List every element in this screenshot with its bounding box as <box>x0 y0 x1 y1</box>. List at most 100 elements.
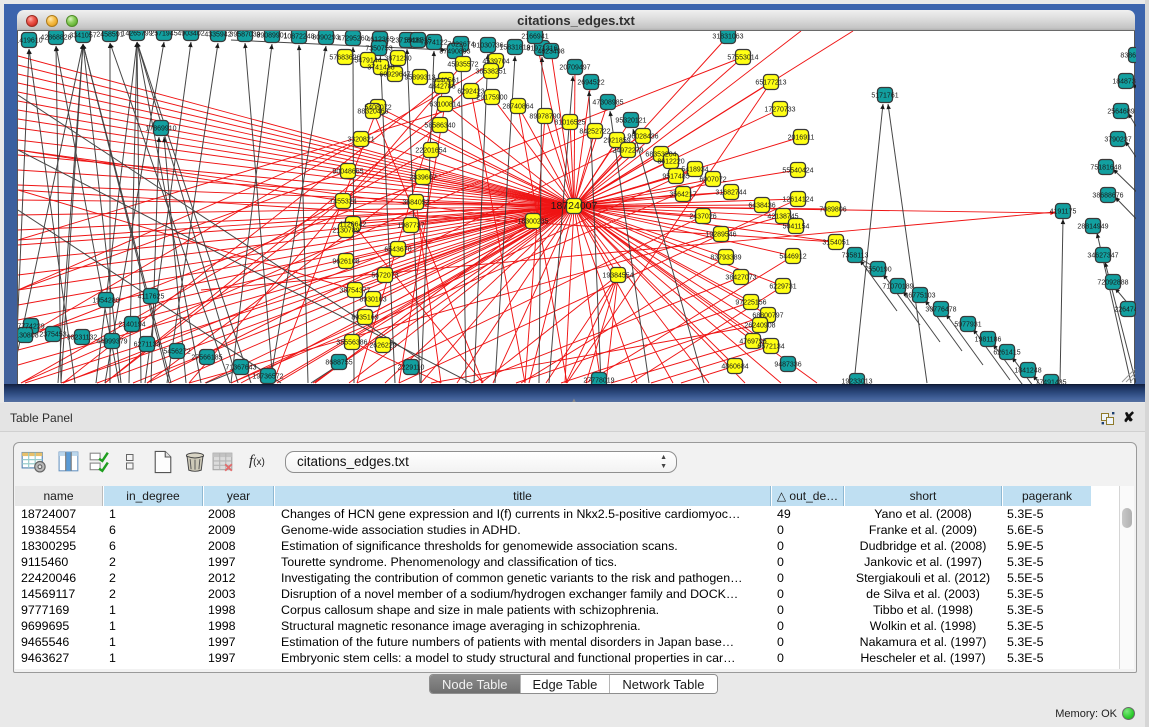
svg-text:71367643: 71367643 <box>225 365 256 372</box>
svg-text:7774229: 7774229 <box>18 324 45 331</box>
svg-text:5171761: 5171761 <box>871 93 898 100</box>
svg-text:5672073: 5672073 <box>371 273 398 280</box>
svg-text:6543670: 6543670 <box>384 247 411 254</box>
svg-text:65177213: 65177213 <box>755 80 786 87</box>
svg-text:1981186: 1981186 <box>975 337 1002 344</box>
svg-text:84252722: 84252722 <box>579 129 610 136</box>
svg-text:2166941: 2166941 <box>521 34 548 41</box>
svg-text:18724007: 18724007 <box>551 200 598 212</box>
svg-text:6229731: 6229731 <box>769 284 796 291</box>
svg-text:3684052: 3684052 <box>402 200 429 207</box>
svg-text:28814949: 28814949 <box>1077 224 1108 231</box>
svg-text:66775103: 66775103 <box>904 293 935 300</box>
svg-text:6007072: 6007072 <box>699 177 726 184</box>
svg-text:3320821: 3320821 <box>347 137 374 144</box>
svg-text:2264748: 2264748 <box>1114 307 1136 314</box>
svg-text:19384554: 19384554 <box>602 273 633 280</box>
svg-text:12614124: 12614124 <box>782 197 813 204</box>
svg-text:7022674: 7022674 <box>447 42 474 49</box>
svg-text:4191175: 4191175 <box>1050 209 1077 216</box>
svg-text:31831063: 31831063 <box>712 34 743 41</box>
svg-text:45935572: 45935572 <box>447 62 478 69</box>
svg-text:7350753: 7350753 <box>365 46 392 53</box>
svg-text:3741438: 3741438 <box>367 65 394 72</box>
svg-text:4539704: 4539704 <box>482 59 509 66</box>
svg-text:22201654: 22201654 <box>415 148 446 155</box>
svg-text:5418934: 5418934 <box>681 167 708 174</box>
svg-text:72092888: 72092888 <box>1097 280 1128 287</box>
svg-text:1954280: 1954280 <box>92 298 119 305</box>
svg-text:38688676: 38688676 <box>1092 193 1123 200</box>
svg-text:38538251: 38538251 <box>475 69 506 76</box>
svg-text:19289546: 19289546 <box>705 232 736 239</box>
svg-text:2375453: 2375453 <box>39 332 66 339</box>
svg-text:55540424: 55540424 <box>782 168 813 175</box>
svg-text:20709497: 20709497 <box>559 65 590 72</box>
svg-text:17869910: 17869910 <box>145 126 176 133</box>
svg-text:2229110: 2229110 <box>398 365 425 372</box>
svg-text:5918715: 5918715 <box>404 38 431 45</box>
svg-text:5456272: 5456272 <box>163 349 190 356</box>
svg-text:1841248: 1841248 <box>1014 368 1041 375</box>
svg-text:2140194: 2140194 <box>118 322 145 329</box>
svg-text:7550190: 7550190 <box>864 267 891 274</box>
svg-text:3154051: 3154051 <box>822 240 849 247</box>
svg-text:24972279: 24972279 <box>612 148 643 155</box>
svg-text:90048665: 90048665 <box>332 169 363 176</box>
svg-text:8688755: 8688755 <box>325 360 352 367</box>
svg-text:31682744: 31682744 <box>715 190 746 197</box>
svg-text:4860684: 4860684 <box>721 364 748 371</box>
svg-text:9487336: 9487336 <box>774 362 801 369</box>
svg-text:42138745: 42138745 <box>767 214 798 221</box>
svg-text:6672134: 6672134 <box>757 344 784 351</box>
svg-text:71070189: 71070189 <box>882 284 913 291</box>
svg-text:8612220: 8612220 <box>657 159 684 166</box>
svg-text:18300235: 18300235 <box>517 219 548 226</box>
svg-text:88320463: 88320463 <box>357 109 388 116</box>
svg-text:8090293: 8090293 <box>312 35 339 42</box>
svg-text:3564217: 3564217 <box>669 192 696 199</box>
svg-text:2564689: 2564689 <box>1107 109 1134 116</box>
svg-text:3790237: 3790237 <box>1104 137 1131 144</box>
svg-text:83793389: 83793389 <box>710 255 741 262</box>
svg-text:75181648: 75181648 <box>1090 165 1121 172</box>
svg-text:30776478: 30776478 <box>925 307 956 314</box>
svg-text:47295260: 47295260 <box>337 36 368 43</box>
svg-text:8935169: 8935169 <box>351 315 378 322</box>
svg-text:1987737: 1987737 <box>397 223 424 230</box>
svg-text:44999379: 44999379 <box>96 339 127 346</box>
svg-text:9517485: 9517485 <box>662 174 689 181</box>
svg-text:3871230: 3871230 <box>384 56 411 63</box>
svg-text:2571945: 2571945 <box>150 31 177 38</box>
svg-text:4335942: 4335942 <box>204 32 231 39</box>
svg-text:42868828: 42868828 <box>40 35 71 42</box>
svg-text:4842788: 4842788 <box>428 84 455 91</box>
svg-text:5041154: 5041154 <box>783 224 810 231</box>
svg-text:1848731: 1848731 <box>1112 79 1136 86</box>
svg-text:19736572: 19736572 <box>252 374 283 381</box>
svg-text:28740864: 28740864 <box>502 104 533 111</box>
svg-text:35556386: 35556386 <box>336 340 367 347</box>
svg-text:4117625: 4117625 <box>138 294 165 301</box>
svg-text:5479144: 5479144 <box>354 58 381 65</box>
svg-text:4823498: 4823498 <box>537 49 564 56</box>
svg-text:2130789: 2130789 <box>332 228 359 235</box>
svg-text:68353204: 68353204 <box>645 152 676 159</box>
svg-text:2839607: 2839607 <box>409 175 436 182</box>
svg-text:2016911: 2016911 <box>788 135 815 142</box>
svg-text:38754377: 38754377 <box>339 288 370 295</box>
svg-text:2694522: 2694522 <box>577 80 604 87</box>
svg-text:95899313: 95899313 <box>404 75 435 82</box>
svg-text:2437026: 2437026 <box>689 214 716 221</box>
svg-text:14265799: 14265799 <box>121 31 152 38</box>
svg-text:4612365: 4612365 <box>366 37 393 44</box>
svg-text:3341057: 3341057 <box>69 33 96 40</box>
svg-text:1419610: 1419610 <box>18 38 43 45</box>
svg-text:97225156: 97225156 <box>735 300 766 307</box>
svg-text:7358113: 7358113 <box>842 253 869 260</box>
svg-text:7455324: 7455324 <box>329 199 356 206</box>
svg-text:81016525: 81016525 <box>554 120 585 127</box>
svg-text:63100814: 63100814 <box>429 102 460 109</box>
svg-text:57553014: 57553014 <box>727 55 758 62</box>
svg-text:5446912: 5446912 <box>779 254 806 261</box>
